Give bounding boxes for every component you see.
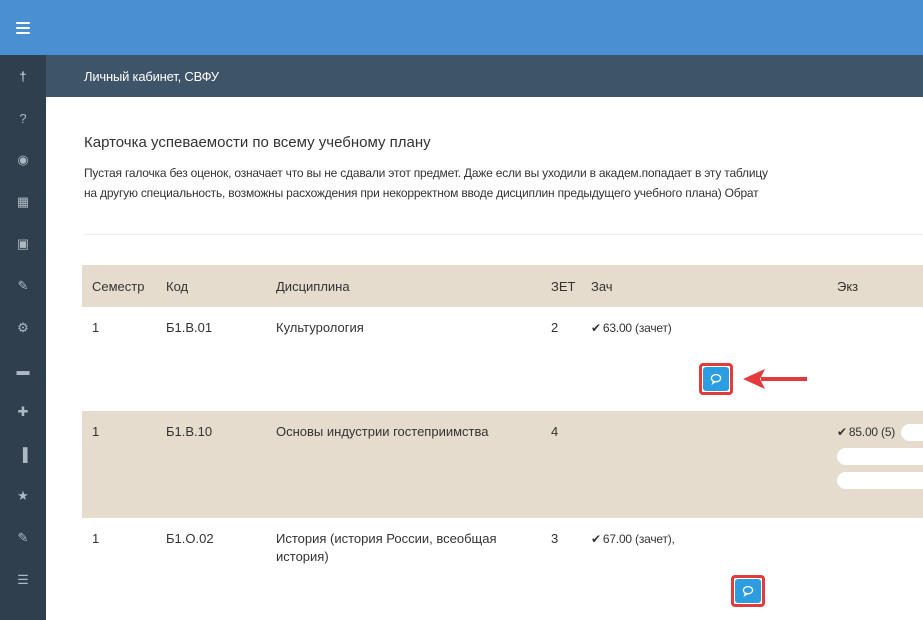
- redacted-text: [901, 424, 923, 442]
- sidebar-item[interactable]: †: [0, 55, 46, 97]
- header-discipline: Дисциплина: [276, 278, 350, 294]
- table-row: 1 Б1.В.10 Основы индустрии гостеприимств…: [82, 411, 923, 518]
- sidebar-item[interactable]: ⚙: [0, 307, 46, 349]
- main-content: Карточка успеваемости по всему учебному …: [46, 97, 923, 620]
- cell-zach: ✔ 63.00 (зачет): [581, 307, 831, 411]
- grade-exz: ✔ 85.00 (5): [837, 423, 923, 442]
- plus-square-icon: ✚: [17, 404, 29, 419]
- sidebar-item[interactable]: ✎: [0, 265, 46, 307]
- person-icon: †: [19, 68, 27, 84]
- cell-exz: ✔ 85.00 (5): [827, 411, 923, 518]
- table-row: 1 Б1.В.01 Культурология 2 ✔ 63.00 (зачет): [82, 307, 923, 411]
- redacted-line: [591, 578, 827, 597]
- sidebar-item[interactable]: ✚: [0, 391, 46, 433]
- comment-button[interactable]: [731, 575, 765, 607]
- top-bar: [46, 0, 923, 55]
- list-icon: ☰: [17, 572, 29, 587]
- header-zet: ЗЕТ: [551, 278, 576, 294]
- sidebar-item[interactable]: ?: [0, 97, 46, 139]
- check-icon: ✔: [591, 532, 601, 546]
- cell-discipline: Основы индустрии гостеприимства: [276, 424, 489, 439]
- cell-semester: 1: [92, 320, 100, 335]
- redacted-text: [680, 531, 745, 549]
- check-icon: ✔: [591, 321, 601, 335]
- redacted-line: [591, 554, 827, 573]
- star-icon: ★: [17, 488, 29, 503]
- table-header-row: Семестр Код Дисциплина ЗЕТ Зач Экз: [82, 265, 923, 307]
- grade-value: 67.00 (зачет),: [602, 532, 675, 546]
- cell-exz: [827, 307, 923, 411]
- sidebar-item[interactable]: ◉: [0, 139, 46, 181]
- menu-toggle-button[interactable]: [0, 0, 46, 55]
- hamburger-icon: [16, 21, 30, 34]
- grade-zach: ✔ 63.00 (зачет): [591, 319, 827, 338]
- breadcrumb: Личный кабинет, СВФУ: [46, 55, 923, 97]
- cell-zach: [581, 411, 827, 518]
- comment-icon: [735, 579, 761, 603]
- redacted-text: [677, 320, 758, 338]
- redacted-line: [591, 343, 831, 362]
- check-icon: ✔: [837, 425, 847, 439]
- sidebar-item[interactable]: ▦: [0, 181, 46, 223]
- header-exz: Экз: [837, 278, 859, 294]
- help-icon: ?: [19, 110, 27, 126]
- divider: [84, 234, 923, 235]
- comment-icon: [703, 367, 729, 391]
- grade-value: 63.00 (зачет): [602, 321, 672, 335]
- sidebar-item[interactable]: ★: [0, 475, 46, 517]
- grade-zach: ✔ 67.00 (зачет),: [591, 530, 827, 549]
- cell-zet: 2: [551, 320, 559, 335]
- description-line: на другую специальность, возможны расхож…: [84, 186, 759, 200]
- cell-semester: 1: [92, 424, 100, 439]
- cell-code: Б1.В.10: [166, 424, 213, 439]
- cell-zach: ✔ 67.00 (зачет),: [581, 518, 827, 620]
- cell-discipline: Культурология: [276, 320, 364, 335]
- sidebar: †? ◉ ▦ ▣ ✎ ⚙ ▬ ✚ ▐ ★ ✎ ☰: [0, 0, 46, 620]
- redacted-line: [837, 447, 923, 466]
- breadcrumb-text: Личный кабинет, СВФУ: [84, 68, 219, 84]
- comment-button[interactable]: [699, 363, 733, 395]
- sidebar-item[interactable]: ▬: [0, 349, 46, 391]
- cell-zet: 3: [551, 531, 559, 546]
- table-icon: ▦: [16, 194, 30, 209]
- cell-semester: 1: [92, 531, 100, 546]
- cogs-icon: ⚙: [17, 320, 29, 335]
- sidebar-item[interactable]: ☰: [0, 559, 46, 601]
- cell-code: Б1.В.01: [166, 320, 213, 335]
- id-card-icon: ▣: [16, 236, 30, 251]
- header-semester: Семестр: [92, 278, 145, 294]
- cell-exz: [827, 518, 923, 620]
- sidebar-item[interactable]: ✎: [0, 517, 46, 559]
- header-code: Код: [166, 278, 189, 294]
- grades-table: Семестр Код Дисциплина ЗЕТ Зач Экз 1 Б1.…: [82, 265, 923, 620]
- cell-zet: 4: [551, 424, 559, 439]
- sidebar-item[interactable]: ▣: [0, 223, 46, 265]
- page-title: Карточка успеваемости по всему учебному …: [84, 134, 431, 151]
- target-icon: ◉: [17, 152, 29, 167]
- chart-icon: ▐: [18, 446, 28, 462]
- edit-icon: ✎: [17, 278, 29, 293]
- page-description: Пустая галочка без оценок, означает что …: [84, 163, 768, 203]
- arrow-pointer-icon: [743, 369, 807, 389]
- sidebar-item[interactable]: ▐: [0, 433, 46, 475]
- cell-code: Б1.О.02: [166, 531, 214, 546]
- cell-discipline: История (история России, всеобщая истори…: [276, 531, 497, 564]
- edit-icon: ✎: [17, 530, 29, 545]
- book-icon: ▬: [16, 362, 30, 378]
- table-row: 1 Б1.О.02 История (история России, всеоб…: [82, 518, 923, 620]
- header-zach: Зач: [591, 278, 613, 294]
- grade-value: 85.00 (5): [848, 425, 896, 439]
- description-line: Пустая галочка без оценок, означает что …: [84, 166, 768, 180]
- redacted-line: [837, 471, 923, 490]
